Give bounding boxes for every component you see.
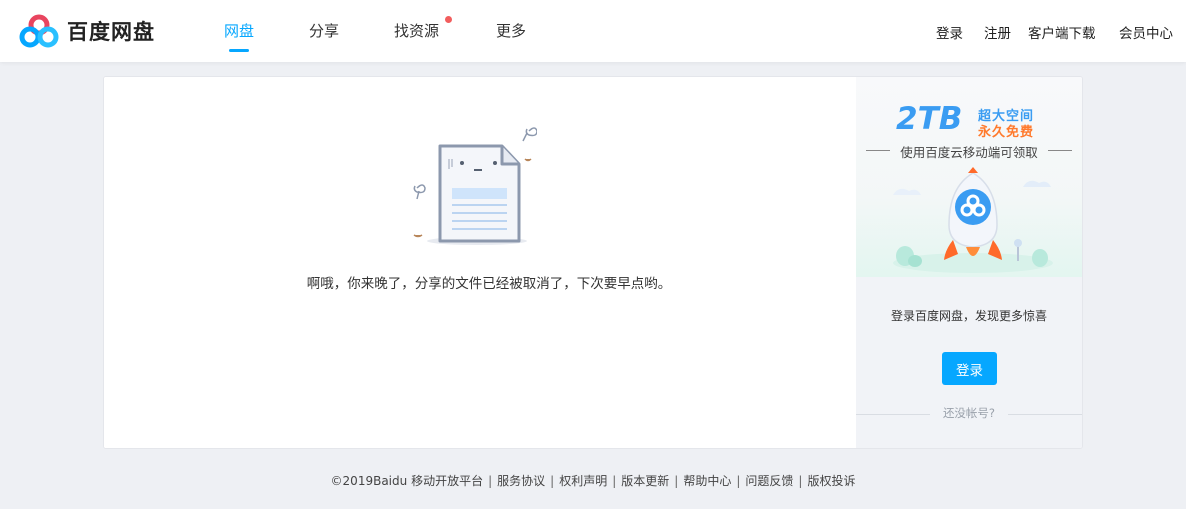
share-cancelled-message: 啊哦，你来晚了，分享的文件已经被取消了，下次要早点哟。 (306, 276, 672, 292)
promo-headline-2: 永久免费 (978, 125, 1035, 140)
footer-separator: | (550, 474, 555, 488)
client-download-link[interactable]: 客户端下载 (1028, 22, 1096, 42)
divider-line (1008, 414, 1082, 415)
mobile-promo-banner[interactable]: 2TB 超大空间 永久免费 使用百度云移动端可领取 (856, 77, 1082, 277)
member-center-link[interactable]: 会员中心 (1119, 22, 1173, 42)
brand-logo[interactable]: 百度网盘 (19, 14, 155, 48)
login-tagline: 登录百度网盘，发现更多惊喜 (890, 309, 1047, 323)
promo-storage-size: 2TB (896, 101, 963, 137)
divider-line (1048, 150, 1072, 151)
login-link[interactable]: 登录 (936, 22, 963, 42)
footer-link-copyright-complaint[interactable]: 版权投诉 (807, 474, 855, 488)
footer-separator: | (488, 474, 493, 488)
active-tab-indicator (229, 49, 249, 52)
footer-link-feedback[interactable]: 问题反馈 (745, 474, 793, 488)
nav-item-netdisk[interactable]: 网盘 (224, 20, 254, 41)
top-header: 百度网盘 网盘 分享 找资源 更多 登录 注册 客户端下载 会员中心 (0, 0, 1186, 62)
footer-link-open-platform[interactable]: 移动开放平台 (411, 474, 483, 488)
promo-subtitle: 使用百度云移动端可领取 (900, 145, 1038, 160)
no-account-row: 还没帐号? (856, 405, 1082, 421)
baidu-rocket-illustration-icon (888, 165, 1058, 279)
footer-separator: | (798, 474, 803, 488)
footer-link-rights-statement[interactable]: 权利声明 (559, 474, 607, 488)
footer-separator: | (674, 474, 679, 488)
no-account-link[interactable]: 还没帐号? (856, 405, 1082, 421)
copyright-text: ©2019Baidu (330, 474, 408, 488)
footer-separator: | (736, 474, 741, 488)
promo-subtitle-row: 使用百度云移动端可领取 (856, 142, 1082, 160)
footer-link-service-agreement[interactable]: 服务协议 (497, 474, 545, 488)
footer-separator: | (612, 474, 617, 488)
nav-item-share[interactable]: 分享 (309, 20, 339, 41)
nav-item-more[interactable]: 更多 (496, 20, 526, 41)
notification-dot-icon (445, 16, 452, 23)
page-footer: ©2019Baidu 移动开放平台 | 服务协议 | 权利声明 | 版本更新 | 帮助中心 | 问题… (0, 472, 1186, 489)
share-status-panel: 啊哦，你来晚了，分享的文件已经被取消了，下次要早点哟。 (104, 77, 856, 448)
nav-item-find-resources[interactable]: 找资源 (394, 20, 439, 41)
footer-link-help-center[interactable]: 帮助中心 (683, 474, 731, 488)
content-card: 啊哦，你来晚了，分享的文件已经被取消了，下次要早点哟。 2TB 超大空间 永久免… (103, 76, 1083, 449)
baidu-cloud-logo-icon (19, 14, 59, 48)
register-link[interactable]: 注册 (984, 22, 1011, 42)
login-side-panel: 2TB 超大空间 永久免费 使用百度云移动端可领取 登录百度网盘，发现更多惊喜 … (856, 77, 1082, 448)
brand-name: 百度网盘 (67, 20, 155, 44)
login-button[interactable]: 登录 (942, 352, 997, 385)
footer-link-version-update[interactable]: 版本更新 (621, 474, 669, 488)
sad-document-illustration-icon (407, 121, 538, 255)
